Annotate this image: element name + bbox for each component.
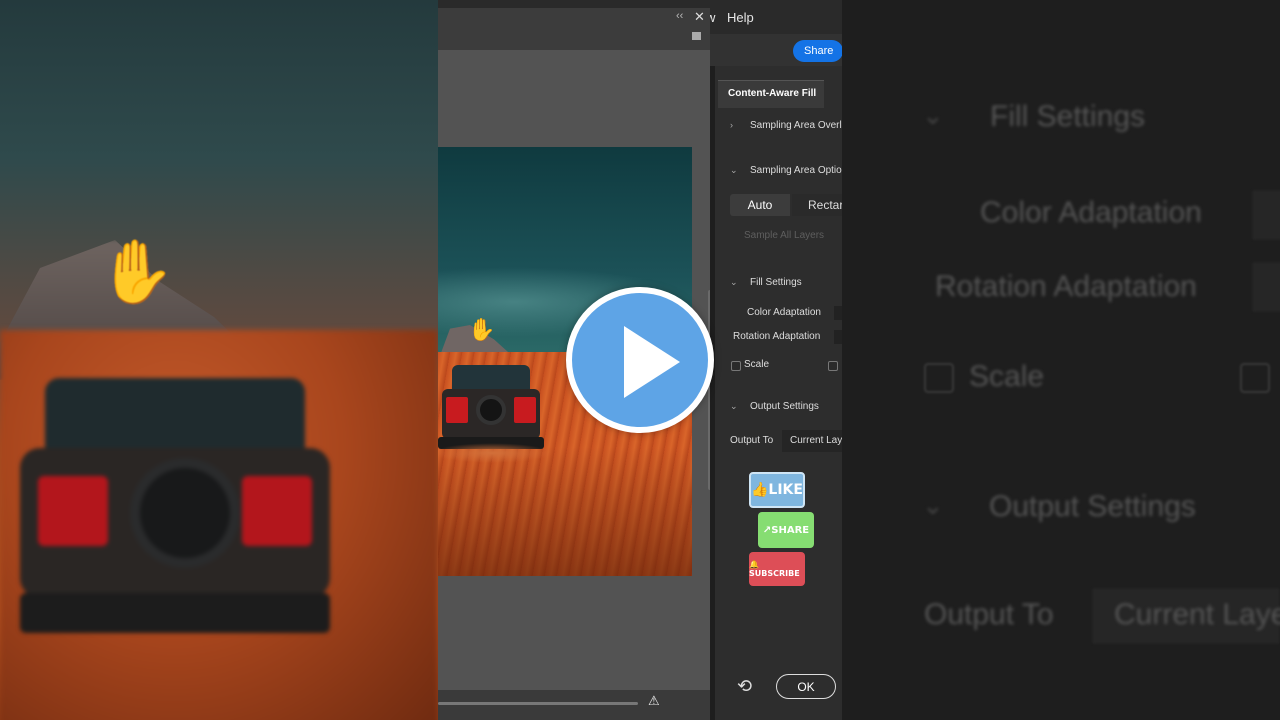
share-button[interactable]: Share bbox=[793, 40, 842, 62]
jeep-image bbox=[20, 378, 330, 678]
output-to-select[interactable]: Current Lay bbox=[782, 430, 842, 452]
sample-all-layers: Sample All Layers bbox=[744, 230, 825, 241]
backdrop-color-adaptation: Color Adaptation bbox=[980, 196, 1202, 229]
collapse-icon[interactable]: ‹‹ bbox=[676, 10, 683, 22]
auto-button[interactable]: Auto bbox=[730, 194, 790, 216]
rotation-adaptation-label: Rotation Adaptation bbox=[733, 331, 821, 342]
panel-menu-icon[interactable] bbox=[692, 32, 701, 40]
chevron-down-icon[interactable]: ⌄ bbox=[730, 165, 738, 176]
horizontal-scrollbar[interactable] bbox=[438, 702, 638, 705]
chevron-down-icon: ⌄ bbox=[922, 100, 944, 130]
backdrop-checkbox bbox=[1240, 363, 1270, 393]
mirror-checkbox[interactable] bbox=[828, 361, 838, 371]
rectangle-button[interactable]: Rectar bbox=[792, 194, 842, 216]
scale-checkbox[interactable] bbox=[731, 361, 741, 371]
color-adaptation-label: Color Adaptation bbox=[747, 307, 821, 318]
ok-button[interactable]: OK bbox=[776, 674, 836, 699]
section-sampling-overlay[interactable]: Sampling Area Overl bbox=[750, 120, 842, 131]
backdrop-checkbox bbox=[924, 363, 954, 393]
backdrop-rotation-adaptation: Rotation Adaptation bbox=[935, 270, 1197, 303]
warning-icon: ⚠ bbox=[648, 693, 660, 708]
section-fill-settings[interactable]: Fill Settings bbox=[750, 277, 802, 288]
backdrop-output-value: Current Laye bbox=[1114, 598, 1280, 631]
play-icon bbox=[624, 326, 680, 398]
section-output-settings[interactable]: Output Settings bbox=[750, 401, 819, 412]
menu-help[interactable]: Help bbox=[727, 10, 754, 25]
chevron-down-icon[interactable]: ⌄ bbox=[730, 277, 738, 288]
like-sticker: 👍LIKE bbox=[749, 472, 805, 508]
backdrop-output-to: Output To bbox=[924, 598, 1054, 631]
document-tab-bar: ‹‹ ✕ bbox=[438, 8, 710, 50]
backdrop-scale: Scale bbox=[969, 360, 1045, 393]
hand-tool-icon: ✋ bbox=[468, 317, 496, 342]
blurred-backdrop-right: ⌄ Fill Settings Color Adaptation Rotatio… bbox=[842, 0, 1280, 720]
close-icon[interactable]: ✕ bbox=[694, 9, 705, 25]
share-sticker: ↗SHARE bbox=[758, 512, 814, 548]
output-to-label: Output To bbox=[730, 435, 774, 446]
color-adaptation-select[interactable] bbox=[834, 306, 842, 320]
chevron-down-icon[interactable]: ⌄ bbox=[730, 401, 738, 412]
subscribe-sticker: 🔔SUBSCRIBE bbox=[749, 552, 805, 586]
backdrop-fill-settings: Fill Settings bbox=[990, 100, 1146, 133]
backdrop-field bbox=[1252, 190, 1280, 240]
section-sampling-options[interactable]: Sampling Area Optio bbox=[750, 165, 842, 176]
rotation-adaptation-select[interactable] bbox=[834, 330, 842, 344]
play-button[interactable] bbox=[566, 287, 714, 433]
reset-icon[interactable]: ⟲ bbox=[737, 676, 752, 697]
scale-label: Scale bbox=[744, 359, 770, 370]
blurred-backdrop-left: ✋ bbox=[0, 0, 438, 720]
chevron-down-icon: ⌄ bbox=[922, 490, 944, 520]
hand-tool-icon: ✋ bbox=[98, 238, 176, 307]
jeep-image bbox=[438, 365, 552, 463]
tab-content-aware-fill[interactable]: Content-Aware Fill bbox=[718, 80, 824, 108]
backdrop-field bbox=[1252, 262, 1280, 312]
chevron-right-icon[interactable]: › bbox=[730, 120, 733, 130]
status-bar bbox=[438, 690, 710, 720]
backdrop-output-settings: Output Settings bbox=[989, 490, 1196, 523]
